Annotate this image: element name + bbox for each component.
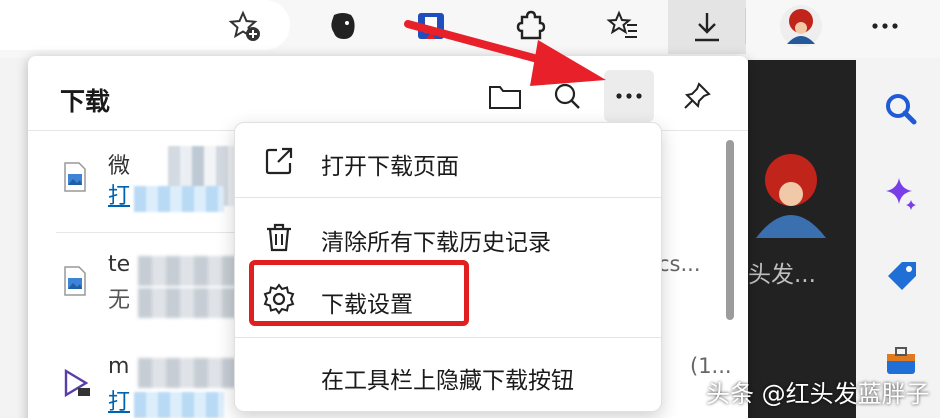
page-avatar <box>752 148 830 242</box>
open-external-icon <box>265 147 293 175</box>
download-icon <box>695 13 719 42</box>
download-status: 无 <box>108 288 131 313</box>
puzzle-icon <box>516 10 546 40</box>
favorites-list-icon <box>606 10 637 38</box>
menu-item-hide-download-button[interactable]: 在工具栏上隐藏下载按钮 <box>235 343 663 407</box>
download-file-name: te <box>108 252 131 277</box>
image-file-icon <box>64 266 86 296</box>
pin-panel-button[interactable] <box>672 70 722 122</box>
elephant-icon <box>331 13 355 39</box>
folder-icon <box>489 86 521 109</box>
download-open-link[interactable]: 打 <box>108 178 130 210</box>
download-file-name: 微 <box>108 154 131 179</box>
more-icon <box>872 23 898 29</box>
more-options-button[interactable] <box>604 70 654 122</box>
sidebar-shopping-button[interactable] <box>880 256 922 298</box>
panel-title: 下载 <box>60 87 111 116</box>
menu-item-label: 在工具栏上隐藏下载按钮 <box>321 368 574 394</box>
sparkle-icon <box>886 178 916 210</box>
menu-item-open-downloads-page[interactable]: 打开下载页面 <box>235 129 663 193</box>
video-file-icon <box>64 368 90 398</box>
toolbox-icon <box>887 347 915 374</box>
extension-logo-icon <box>418 13 444 39</box>
avatar-illustration-icon <box>756 154 826 238</box>
watermark-text: 头条 @红头发蓝胖子 <box>706 380 930 408</box>
add-favorite-button[interactable] <box>220 4 270 48</box>
menu-item-label: 清除所有下载历史记录 <box>321 230 551 256</box>
blurred-filename <box>138 358 248 388</box>
blurred-link <box>134 392 224 418</box>
search-downloads-button[interactable] <box>542 70 592 122</box>
browser-toolbar <box>0 0 940 58</box>
sidebar-copilot-button[interactable] <box>880 172 922 214</box>
download-file-name-tail: cs... <box>658 252 701 276</box>
menu-divider <box>235 337 663 338</box>
browser-window: 头发... 下载 微 打 te 无 cs... m 打 (1... 打开下载页面… <box>0 0 940 418</box>
blurred-status <box>138 288 248 318</box>
image-file-icon <box>64 162 86 192</box>
scrollbar[interactable] <box>726 140 734 320</box>
download-open-link[interactable]: 打 <box>108 384 130 416</box>
more-icon <box>616 93 642 99</box>
download-file-name: m <box>108 354 130 379</box>
highlight-box <box>249 260 469 326</box>
blurred-filename <box>138 256 248 286</box>
trash-icon <box>267 223 291 252</box>
extensions-button[interactable] <box>504 4 554 48</box>
profile-button[interactable] <box>776 4 826 48</box>
extension-button[interactable] <box>406 4 456 48</box>
search-icon <box>554 83 580 109</box>
menu-divider <box>235 197 663 198</box>
item-divider <box>56 232 256 233</box>
pin-icon <box>684 82 711 109</box>
tag-icon <box>888 262 916 290</box>
sidebar-search-button[interactable] <box>880 88 922 130</box>
favorites-button[interactable] <box>598 4 648 48</box>
browser-menu-button[interactable] <box>860 4 910 48</box>
toolbar-divider <box>745 8 746 44</box>
blurred-link <box>134 186 224 212</box>
page-author-name: 头发... <box>748 262 816 288</box>
avatar <box>780 5 822 47</box>
open-downloads-folder-button[interactable] <box>480 70 530 122</box>
downloads-button[interactable] <box>668 0 746 54</box>
search-icon <box>886 94 917 125</box>
star-add-icon <box>228 10 260 41</box>
evernote-extension-button[interactable] <box>318 4 368 48</box>
menu-item-label: 打开下载页面 <box>321 154 459 180</box>
